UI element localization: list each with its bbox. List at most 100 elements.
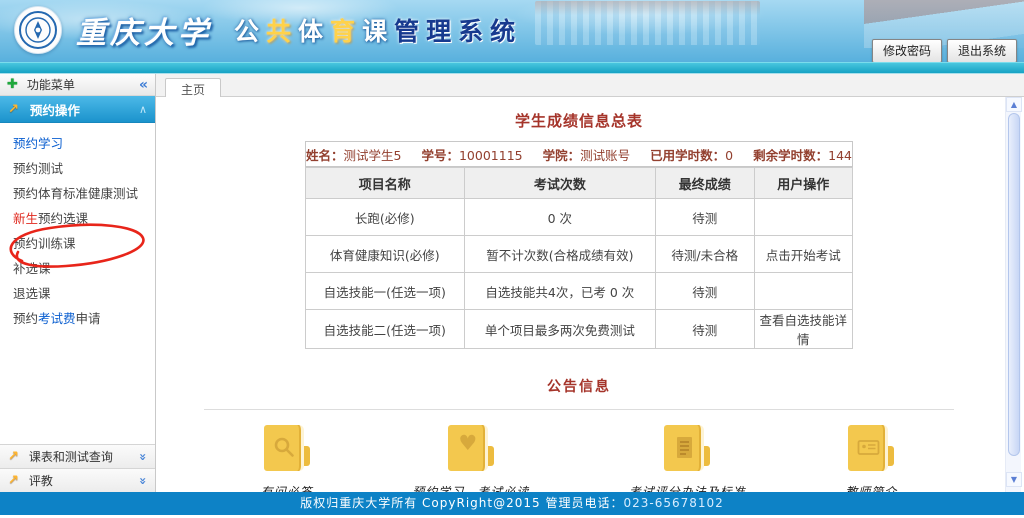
title-char: 共	[266, 17, 298, 46]
chevron-double-down-icon: »	[136, 453, 150, 461]
grade-status-cell: 待测	[656, 310, 754, 349]
sidebar: ✚ 功能菜单 « ↗ 预约操作 ∧ 预约学习 预约测试 预约体育标准健康测试 新…	[0, 74, 156, 492]
start-exam-link[interactable]: 点击开始考试	[754, 236, 852, 273]
sidebar-section-evaluation[interactable]: ↗ 评教 »	[0, 468, 155, 492]
vertical-scrollbar[interactable]: ▲ ▼	[1005, 97, 1021, 492]
scroll-down-arrow[interactable]: ▼	[1006, 472, 1022, 487]
arrow-icon: ↗	[8, 102, 19, 117]
sidebar-item-reserve-training-course[interactable]: 预约训练课	[0, 231, 155, 256]
announcement-label: 预约学习、考试必读	[412, 483, 529, 492]
grade-status-cell: 待测	[656, 273, 754, 310]
app-window: 重庆大学 公共体育课管理系统 修改密码 退出系统 ✚ 功能菜单 « ↗ 预约操作…	[0, 0, 1024, 518]
sidebar-item-reserve-exam-fee-application[interactable]: 预约考试费申请	[0, 306, 155, 331]
info-pair: 学号：10001115	[421, 145, 522, 164]
sidebar-item-reserve-fitness-standard-test[interactable]: 预约体育标准健康测试	[0, 181, 155, 206]
table-row: 自选技能一(任选一项) 自选技能共4次，已考 0 次 待测	[306, 273, 853, 310]
announcement-title: 公告信息	[156, 376, 1002, 396]
main-row: ✚ 功能菜单 « ↗ 预约操作 ∧ 预约学习 预约测试 预约体育标准健康测试 新…	[0, 74, 1024, 492]
item-text: 预约选课	[38, 211, 88, 226]
title-char: 育	[330, 17, 362, 46]
document-icon	[673, 436, 696, 460]
announcement-label: 考试评分办法及标准	[629, 483, 746, 492]
view-skill-details-link[interactable]: 查看自选技能详情	[754, 310, 852, 349]
branding: 重庆大学 公共体育课管理系统	[14, 6, 522, 54]
column-header: 用户操作	[754, 168, 852, 199]
column-header: 考试次数	[464, 168, 655, 199]
student-info-bar: 姓名：测试学生5 学号：10001115 学院：测试账号 已用学时数：0 剩余学…	[305, 141, 853, 167]
sidebar-item-drop-course[interactable]: 退选课	[0, 281, 155, 306]
table-row: 自选技能二(任选一项) 单个项目最多两次免费测试 待测 查看自选技能详情	[306, 310, 853, 349]
title-suffix: 管理系统	[394, 17, 522, 46]
exam-count-cell: 暂不计次数(合格成绩有效)	[464, 236, 655, 273]
info-pair: 姓名：测试学生5	[306, 145, 401, 164]
content-column: 主页 学生成绩信息总表 姓名：测试学生5 学号：10001115 学院：测试账号…	[156, 74, 1024, 492]
project-name-cell: 自选技能二(任选一项)	[306, 310, 465, 349]
sidebar-section-label: 课表和测试查询	[29, 448, 113, 465]
heart-icon: ♥	[446, 433, 490, 454]
announcement-label: 教师简介	[845, 483, 897, 492]
plus-icon: ✚	[7, 77, 18, 92]
info-label: 学号：	[421, 148, 459, 163]
tab-bar: 主页	[156, 74, 1024, 97]
announcement-item-teacher-intro[interactable]: 教师简介	[845, 425, 897, 492]
info-label: 姓名：	[306, 148, 344, 163]
header-toolbar: 修改密码 退出系统	[872, 39, 1017, 62]
info-value: 144	[828, 148, 852, 163]
sidebar-menu: 预约学习 预约测试 预约体育标准健康测试 新生预约选课 预约训练课 补选课 退选…	[0, 123, 155, 444]
info-value: 测试学生5	[344, 148, 402, 163]
info-label: 已用学时数：	[650, 148, 725, 163]
admin-phone: 023-65678102	[623, 496, 723, 510]
table-header-row: 项目名称 考试次数 最终成绩 用户操作	[306, 168, 853, 199]
logout-button[interactable]: 退出系统	[947, 39, 1017, 62]
highlight-blue-text: 考试费	[38, 311, 76, 326]
copyright-text: 版权归重庆大学所有 CopyRight@2015 管理员电话：	[300, 496, 623, 510]
info-pair: 已用学时数：0	[650, 145, 733, 164]
announcement-item-faq[interactable]: 有问必答	[261, 425, 313, 492]
scroll-up-arrow[interactable]: ▲	[1006, 97, 1022, 112]
info-value: 测试账号	[580, 148, 630, 163]
column-header: 最终成绩	[656, 168, 754, 199]
search-icon	[273, 436, 296, 459]
column-header: 项目名称	[306, 168, 465, 199]
info-label: 学院：	[543, 148, 581, 163]
table-row: 长跑(必修) 0 次 待测	[306, 199, 853, 236]
header-building-decoration	[535, 1, 760, 45]
action-cell	[754, 273, 852, 310]
sidebar-item-freshman-course-selection[interactable]: 新生预约选课	[0, 206, 155, 231]
sidebar-section-reservation-ops[interactable]: ↗ 预约操作 ∧	[0, 96, 155, 123]
info-pair: 学院：测试账号	[543, 145, 631, 164]
header-divider-bar	[0, 62, 1024, 74]
info-value: 0	[725, 148, 733, 163]
grades-table: 项目名称 考试次数 最终成绩 用户操作 长跑(必修) 0 次 待测	[305, 167, 853, 349]
page-title: 学生成绩信息总表	[156, 110, 1002, 131]
sidebar-section-label: 评教	[29, 472, 53, 489]
sidebar-item-reserve-study[interactable]: 预约学习	[0, 131, 155, 156]
info-pair: 剩余学时数：144	[753, 145, 852, 164]
chevron-double-down-icon: »	[136, 477, 150, 485]
sidebar-header: ✚ 功能菜单 «	[0, 74, 155, 96]
grade-status-cell: 待测	[656, 199, 754, 236]
chevron-up-icon: ∧	[139, 103, 147, 116]
sidebar-section-timetable-query[interactable]: ↗ 课表和测试查询 »	[0, 444, 155, 468]
exam-count-cell: 0 次	[464, 199, 655, 236]
sidebar-item-supplementary-course[interactable]: 补选课	[0, 256, 155, 281]
item-text: 申请	[76, 311, 101, 326]
exam-count-cell: 单个项目最多两次免费测试	[464, 310, 655, 349]
app-header: 重庆大学 公共体育课管理系统 修改密码 退出系统	[0, 0, 1024, 62]
collapse-sidebar-icon[interactable]: «	[139, 77, 148, 93]
announcement-row: 有问必答 ♥ 预约学习、考试必读	[156, 425, 1002, 492]
sidebar-item-reserve-test[interactable]: 预约测试	[0, 156, 155, 181]
university-seal-logo	[14, 6, 62, 54]
change-password-button[interactable]: 修改密码	[872, 39, 942, 62]
announcement-item-study-guide[interactable]: ♥ 预约学习、考试必读	[412, 425, 529, 492]
scrollbar-thumb[interactable]	[1008, 113, 1020, 456]
table-row: 体育健康知识(必修) 暂不计次数(合格成绩有效) 待测/未合格 点击开始考试	[306, 236, 853, 273]
idcard-icon	[857, 436, 881, 459]
main-content: 学生成绩信息总表 姓名：测试学生5 学号：10001115 学院：测试账号 已用…	[156, 97, 1024, 492]
announcement-item-scoring-standards[interactable]: 考试评分办法及标准	[629, 425, 746, 492]
folder-icon	[262, 425, 312, 471]
action-cell	[754, 199, 852, 236]
grade-status-cell: 待测/未合格	[656, 236, 754, 273]
item-text: 预约	[13, 311, 38, 326]
folder-icon: ♥	[446, 425, 496, 471]
